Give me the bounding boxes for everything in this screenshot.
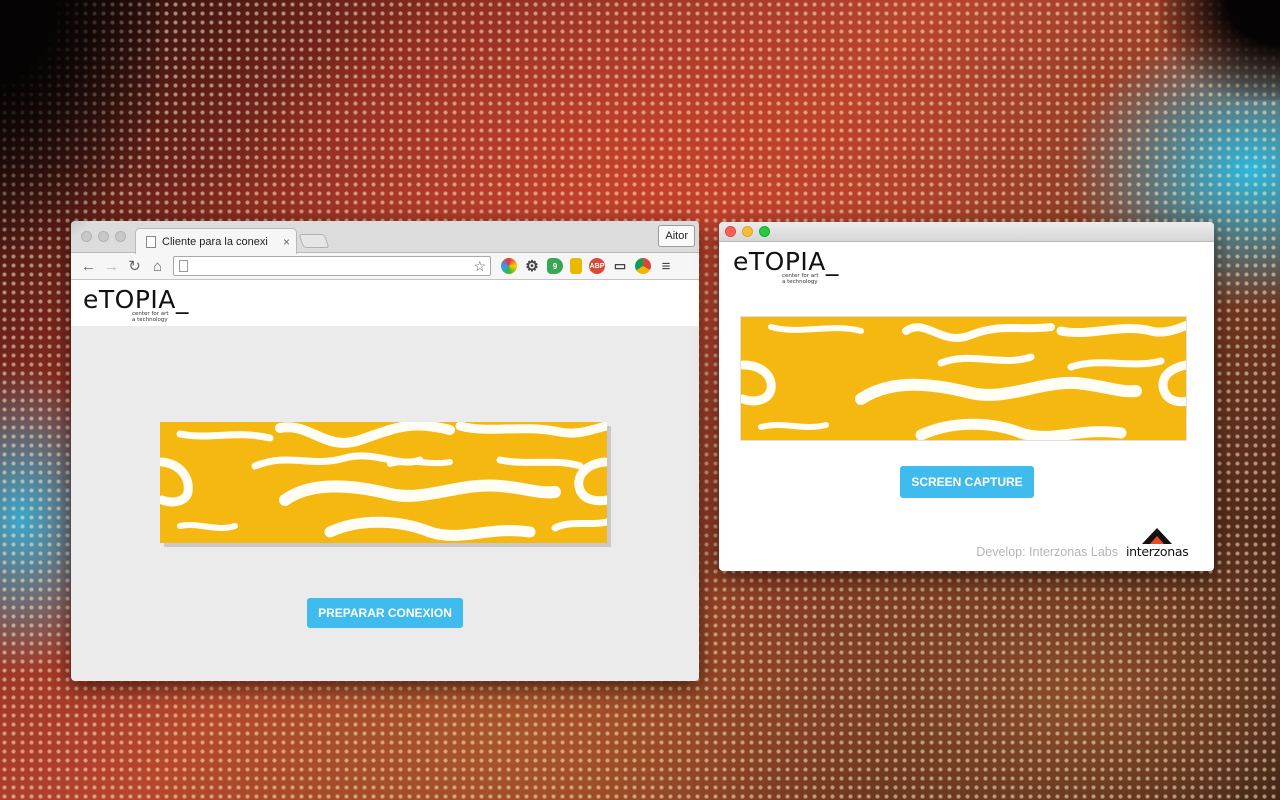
window-controls [725,226,770,237]
wallpaper-shadow [0,0,160,260]
browser-window: Cliente para la conexi × Aitor ← → ↻ ⌂ ☆… [71,221,699,681]
logo-tagline-line-2: a technology [782,279,818,285]
address-bar[interactable]: ☆ [173,256,491,276]
counter-extension-icon[interactable]: 9 [547,258,563,274]
adblock-extension-icon[interactable]: ABP [589,258,605,274]
gear-icon[interactable]: ⚙ [524,258,540,275]
tab-title: Cliente para la conexi [162,235,268,248]
close-window-button[interactable] [725,226,736,237]
phone-extension-icon[interactable] [570,258,582,274]
wallpaper-shadow [1160,0,1280,100]
close-icon[interactable]: × [283,235,290,249]
wave-pattern [741,317,1186,440]
prepare-connection-button[interactable]: PREPARAR CONEXION [307,598,463,628]
address-input[interactable] [192,258,462,274]
extension-icons: ⚙ 9 ABP ▭ ≡ [501,258,674,275]
logo-wordmark: eTOPIA_ [733,247,839,276]
interzonas-logo: interzonas [1126,528,1189,560]
banner-image [160,422,607,543]
etopia-logo: eTOPIA_ center for art a technology [733,247,839,285]
banner-image [740,316,1187,441]
brand-name: interzonas [1126,544,1189,559]
zoom-window-button[interactable] [759,226,770,237]
home-icon[interactable]: ⌂ [146,258,169,275]
menu-icon[interactable]: ≡ [658,258,674,275]
browser-toolbar: ← → ↻ ⌂ ☆ ⚙ 9 ABP ▭ ≡ [71,253,699,280]
etopia-logo: eTOPIA_ center for art a technology [83,285,189,323]
minimize-window-button[interactable] [742,226,753,237]
forward-icon[interactable]: → [100,258,123,275]
page-header: eTOPIA_ center for art a technology [71,280,699,326]
logo-tagline: center for art a technology [782,273,819,285]
logo-tagline: center for art a technology [132,311,169,323]
screen-capture-button[interactable]: SCREEN CAPTURE [900,466,1034,498]
cast-icon[interactable]: ▭ [612,258,628,274]
wave-pattern [160,422,607,543]
logo-tagline-line-2: a technology [132,317,168,323]
window-titlebar [719,222,1214,242]
color-picker-extension-icon[interactable] [501,258,517,274]
page-icon [179,260,188,272]
back-icon[interactable]: ← [77,258,100,275]
triangle-accent-icon [1150,536,1164,544]
profile-button[interactable]: Aitor [658,225,695,247]
new-tab-button[interactable] [298,234,330,248]
chrome-extension-icon[interactable] [635,258,651,274]
screen-capture-window: eTOPIA_ center for art a technology SCRE… [719,222,1214,571]
star-icon[interactable]: ☆ [473,257,486,275]
tab-strip: Cliente para la conexi × Aitor [71,221,699,254]
logo-wordmark: eTOPIA_ [83,285,189,314]
developer-credit: Develop: Interzonas Labs [976,545,1118,559]
